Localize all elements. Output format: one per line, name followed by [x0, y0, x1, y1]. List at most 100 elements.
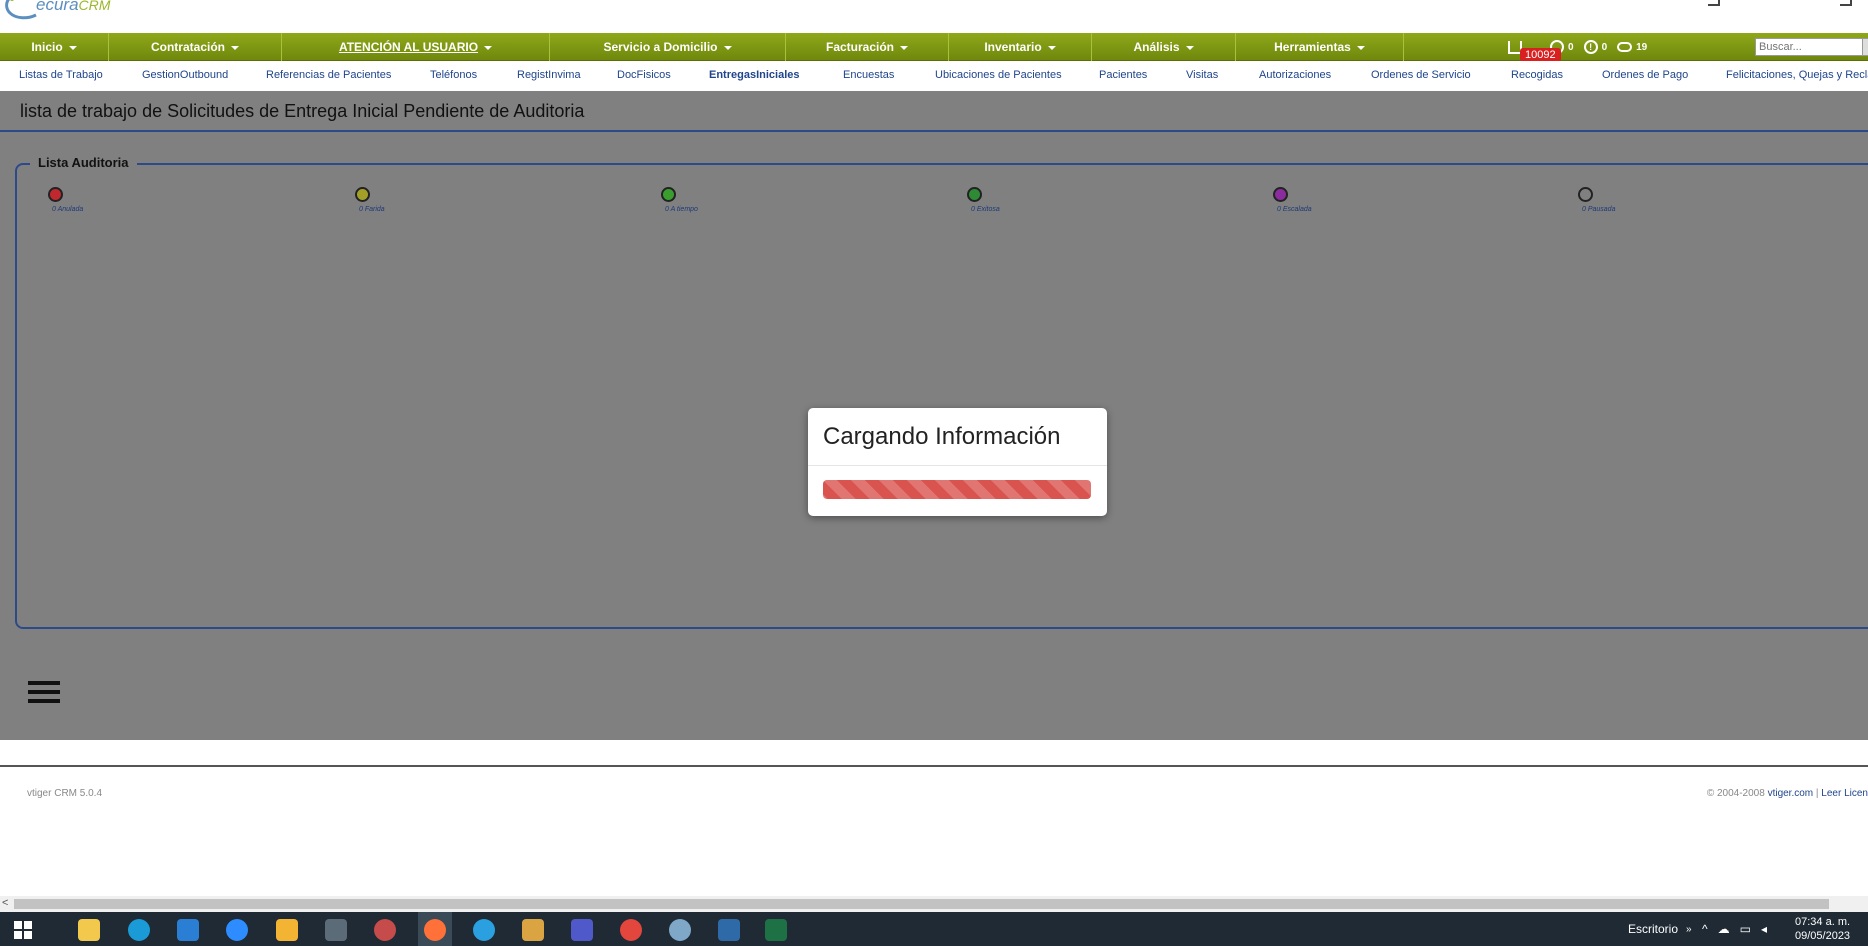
- subnav-ordenes-de-servicio[interactable]: Ordenes de Servicio: [1371, 69, 1471, 81]
- logo-suffix: CRM: [78, 0, 111, 13]
- windows-start-icon[interactable]: [12, 919, 34, 941]
- nav-servicio-a-domicilio[interactable]: Servicio a Domicilio: [550, 32, 786, 61]
- messages-counter[interactable]: 19: [1617, 42, 1647, 53]
- users-count: 0: [1568, 41, 1574, 53]
- system-tray: ^ ☁ ▭ ◂: [1702, 912, 1767, 946]
- loading-progress-bar: [823, 480, 1091, 499]
- firefox-icon[interactable]: [424, 919, 446, 941]
- subnav-autorizaciones[interactable]: Autorizaciones: [1259, 69, 1331, 81]
- status-label: 0 Anulada: [52, 206, 84, 213]
- edge-icon[interactable]: [128, 919, 150, 941]
- horizontal-scrollbar[interactable]: <: [0, 896, 1868, 912]
- copyright-text: © 2004-2008: [1706, 788, 1768, 799]
- calculator-icon[interactable]: [718, 919, 740, 941]
- chevron-down-icon: [1047, 45, 1056, 50]
- nav-facturacion[interactable]: Facturación: [786, 32, 949, 61]
- store-icon[interactable]: [78, 919, 100, 941]
- app-logo[interactable]: ecuraCRM: [2, 0, 110, 24]
- messages-count: 19: [1636, 41, 1648, 53]
- footer-version: vtiger CRM 5.0.4: [27, 788, 103, 799]
- scrollbar-thumb[interactable]: [14, 899, 1829, 909]
- paint-icon[interactable]: [374, 919, 396, 941]
- chevron-up-icon[interactable]: ^: [1702, 922, 1708, 936]
- logo-text: ecura: [36, 0, 79, 14]
- nav-inventario[interactable]: Inventario: [949, 32, 1092, 61]
- subnav-listas-de-trabajo[interactable]: Listas de Trabajo: [19, 69, 103, 81]
- telegram-icon[interactable]: [473, 919, 495, 941]
- subnav-registinvima[interactable]: RegistInvima: [517, 69, 581, 81]
- network-icon[interactable]: ▭: [1740, 922, 1751, 936]
- clock-date: 09/05/2023: [1795, 930, 1851, 942]
- status-pausada[interactable]: 0 Pausada: [1578, 187, 1615, 213]
- hamburger-menu-icon[interactable]: [28, 681, 60, 703]
- nav-contratacion[interactable]: Contratación: [109, 32, 282, 61]
- status-exitosa[interactable]: 0 Exitosa: [967, 187, 1000, 213]
- status-label: 0 Farida: [359, 206, 385, 213]
- volume-icon[interactable]: ◂: [1761, 922, 1767, 936]
- nav-inicio[interactable]: Inicio: [0, 32, 109, 61]
- chevron-down-icon: [68, 45, 77, 50]
- mail-icon[interactable]: [177, 919, 199, 941]
- file-explorer-icon[interactable]: [276, 919, 298, 941]
- license-link[interactable]: Leer Licen: [1821, 788, 1868, 799]
- chevron-down-icon: [1356, 45, 1365, 50]
- chevron-down-icon: [1185, 45, 1194, 50]
- sub-navigation: Listas de Trabajo GestionOutbound Refere…: [0, 61, 1868, 91]
- subnav-recogidas[interactable]: Recogidas: [1511, 69, 1563, 81]
- nav-herramientas[interactable]: Herramientas: [1236, 32, 1404, 61]
- alerts-count: 0: [1601, 41, 1608, 53]
- subnav-entregas-iniciales[interactable]: EntregasIniciales: [709, 69, 800, 81]
- subnav-encuestas[interactable]: Encuestas: [843, 69, 894, 81]
- status-label: 0 Exitosa: [971, 206, 1000, 213]
- loading-title: Cargando Información: [823, 423, 1061, 450]
- status-anulada[interactable]: 0 Anulada: [48, 187, 83, 213]
- status-label: 0 Escalada: [1277, 206, 1312, 213]
- subnav-docfisicos[interactable]: DocFisicos: [617, 69, 671, 81]
- status-a-tiempo[interactable]: 0 A tiempo: [661, 187, 698, 213]
- zoom-icon[interactable]: [226, 919, 248, 941]
- loading-modal: Cargando Información: [808, 408, 1107, 516]
- teams-icon[interactable]: [571, 919, 593, 941]
- nav-analisis[interactable]: Análisis: [1092, 32, 1236, 61]
- excel-icon[interactable]: [765, 919, 787, 941]
- paint-palette-icon[interactable]: [669, 919, 691, 941]
- subnav-felicitaciones-quejas[interactable]: Felicitaciones, Quejas y Recla: [1726, 69, 1868, 81]
- user-menu-icon[interactable]: [1840, 0, 1852, 6]
- status-farida[interactable]: 0 Farida: [355, 187, 385, 213]
- subnav-gestion-outbound[interactable]: GestionOutbound: [142, 69, 228, 81]
- logo-swirl-icon: [5, 0, 37, 20]
- status-dot-icon: [967, 187, 982, 202]
- status-dot-icon: [661, 187, 676, 202]
- escritorio-toolbar[interactable]: Escritorio »: [1628, 912, 1692, 946]
- scroll-left-arrow-icon[interactable]: <: [2, 897, 8, 909]
- status-escalada[interactable]: 0 Escalada: [1273, 187, 1312, 213]
- footer-divider: [0, 765, 1868, 767]
- app-icon[interactable]: [325, 919, 347, 941]
- audit-list-panel: [15, 163, 1868, 629]
- chat-icon: [1617, 42, 1633, 52]
- footer-copyright: © 2004-2008 vtiger.com | Leer Licen: [1707, 788, 1868, 799]
- search-icon[interactable]: [1708, 0, 1720, 6]
- chevron-down-icon: [231, 45, 239, 50]
- onedrive-icon[interactable]: ☁: [1718, 922, 1730, 936]
- subnav-ubicaciones-de-pacientes[interactable]: Ubicaciones de Pacientes: [935, 69, 1062, 81]
- page-title: lista de trabajo de Solicitudes de Entre…: [20, 101, 585, 121]
- subnav-visitas[interactable]: Visitas: [1186, 69, 1218, 81]
- pdf-tool-icon[interactable]: [522, 919, 544, 941]
- search-button[interactable]: [1862, 38, 1868, 56]
- subnav-referencias-de-pacientes[interactable]: Referencias de Pacientes: [266, 69, 391, 81]
- chevron-down-icon: [723, 45, 732, 50]
- chevron-down-icon: [900, 45, 908, 50]
- subnav-pacientes[interactable]: Pacientes: [1099, 69, 1147, 81]
- status-dot-icon: [355, 187, 370, 202]
- notification-badge[interactable]: 10092: [1520, 48, 1561, 62]
- subnav-ordenes-de-pago[interactable]: Ordenes de Pago: [1602, 69, 1688, 81]
- subnav-telefonos[interactable]: Teléfonos: [430, 69, 477, 81]
- chrome-icon[interactable]: [620, 919, 642, 941]
- search-input[interactable]: [1755, 38, 1865, 56]
- vtiger-link[interactable]: vtiger.com: [1768, 788, 1814, 799]
- nav-atencion-al-usuario[interactable]: ATENCIÓN AL USUARIO: [282, 32, 550, 61]
- taskbar-clock[interactable]: 07:34 a. m. 09/05/2023: [1795, 915, 1850, 943]
- main-navigation: Inicio Contratación ATENCIÓN AL USUARIO …: [0, 32, 1868, 61]
- alerts-counter[interactable]: ! 0: [1583, 40, 1608, 54]
